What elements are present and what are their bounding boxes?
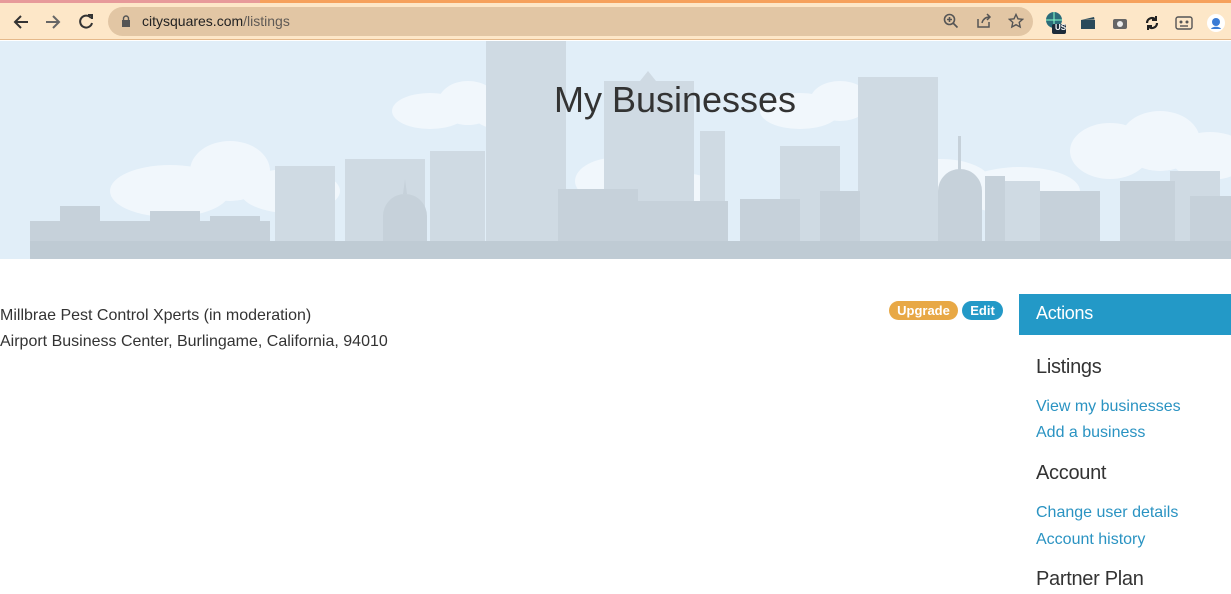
change-user-details-link[interactable]: Change user details <box>1036 504 1178 522</box>
account-history-link[interactable]: Account history <box>1036 531 1145 549</box>
actions-sidebar: Actions Listings View my businesses Add … <box>1019 294 1231 590</box>
clapperboard-icon[interactable] <box>1077 12 1099 34</box>
business-address: Airport Business Center, Burlingame, Cal… <box>0 333 388 350</box>
partner-plan-heading: Partner Plan <box>1036 568 1144 590</box>
page-title: My Businesses <box>553 79 797 120</box>
actions-header: Actions <box>1019 294 1231 335</box>
upgrade-button[interactable]: Upgrade <box>889 301 958 320</box>
reload-icon[interactable] <box>73 9 99 35</box>
address-bar[interactable]: citysquares.com/listings <box>108 7 1033 36</box>
bookmark-star-icon[interactable] <box>1007 12 1025 30</box>
vpn-globe-icon[interactable]: US <box>1045 12 1067 34</box>
listings-heading: Listings <box>1036 356 1102 378</box>
profile-avatar-icon[interactable] <box>1205 12 1227 34</box>
view-my-businesses-link[interactable]: View my businesses <box>1036 398 1181 416</box>
sync-icon[interactable] <box>1141 12 1163 34</box>
share-icon[interactable] <box>975 12 993 30</box>
add-business-link[interactable]: Add a business <box>1036 424 1145 442</box>
zoom-icon[interactable] <box>942 12 960 30</box>
business-listing: Millbrae Pest Control Xperts (in moderat… <box>0 303 388 355</box>
hero-banner: My Businesses <box>0 41 1231 259</box>
back-icon[interactable] <box>8 9 34 35</box>
camera-icon[interactable] <box>1109 12 1131 34</box>
edit-button[interactable]: Edit <box>962 301 1003 320</box>
business-name[interactable]: Millbrae Pest Control Xperts (in moderat… <box>0 303 388 329</box>
reader-icon[interactable] <box>1173 12 1195 34</box>
url-text[interactable]: citysquares.com/listings <box>142 13 290 29</box>
forward-icon[interactable] <box>40 9 66 35</box>
lock-icon <box>122 15 130 27</box>
city-skyline-illustration <box>30 41 1231 259</box>
browser-toolbar: citysquares.com/listings US <box>0 3 1231 40</box>
account-heading: Account <box>1036 462 1107 484</box>
vpn-region-badge: US <box>1055 23 1067 32</box>
